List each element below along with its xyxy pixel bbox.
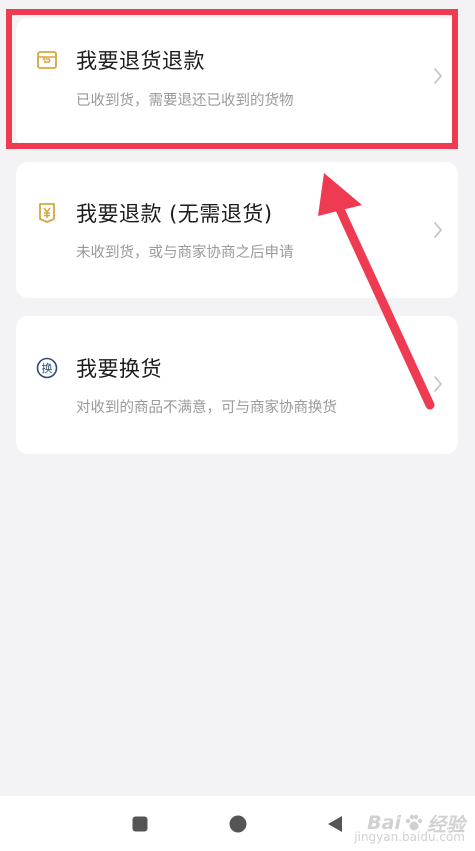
option-subtitle: 已收到货，需要退还已收到的货物 xyxy=(76,93,294,109)
chevron-right-icon xyxy=(434,376,442,392)
watermark-site: jingyan.baidu.com xyxy=(354,830,465,844)
exchange-icon-glyph: 换 xyxy=(42,361,53,375)
option-subtitle: 未收到货，或与商家协商之后申请 xyxy=(76,245,294,261)
chevron-right-icon xyxy=(434,222,442,238)
option-title: 我要退款 (无需退货) xyxy=(76,202,273,226)
option-title: 我要换货 xyxy=(76,357,162,381)
circle-home-icon[interactable] xyxy=(226,812,250,836)
yuan-refund-icon xyxy=(39,203,55,223)
option-title: 我要退货退款 xyxy=(76,49,205,73)
option-subtitle: 对收到的商品不满意，可与商家协商换货 xyxy=(76,400,337,416)
option-refund-only[interactable]: 我要退款 (无需退货) 未收到货，或与商家协商之后申请 xyxy=(16,162,458,298)
watermark: Bai 经验 jingyan.baidu.com xyxy=(354,806,465,844)
exchange-icon: 换 xyxy=(36,357,58,379)
square-recent-icon[interactable] xyxy=(128,812,152,836)
return-box-icon xyxy=(37,51,57,69)
triangle-back-icon[interactable] xyxy=(323,812,347,836)
chevron-right-icon xyxy=(434,68,442,84)
option-return-and-refund[interactable]: 我要退货退款 已收到货，需要退还已收到的货物 xyxy=(16,18,458,148)
option-exchange[interactable]: 换 我要换货 对收到的商品不满意，可与商家协商换货 xyxy=(16,316,458,454)
